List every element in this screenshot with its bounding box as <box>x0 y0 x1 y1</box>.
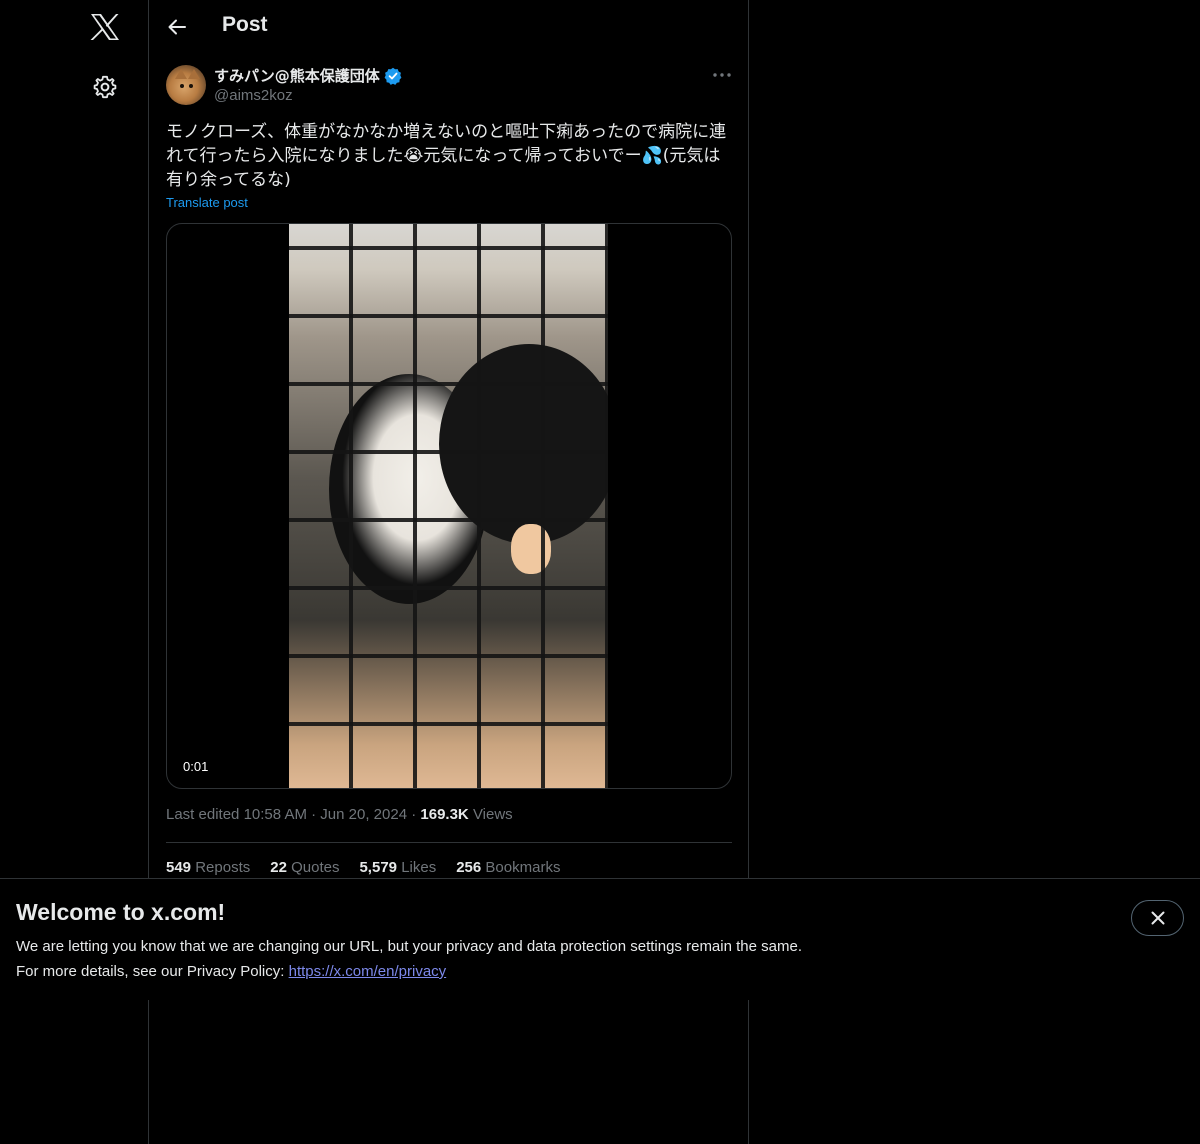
banner-privacy-line: For more details, see our Privacy Policy… <box>16 963 446 980</box>
post-text: モノクローズ、体重がなかなか増えないのと嘔吐下痢あったので病院に連れて行ったら入… <box>166 122 727 190</box>
stat-reposts[interactable]: 549 Reposts <box>166 859 250 876</box>
views-count: 169.3K <box>420 806 469 823</box>
page: Post すみパン@熊本保護団体 @aims2koz モノクローズ、体重がなかな… <box>0 0 1200 1144</box>
privacy-policy-link[interactable]: https://x.com/en/privacy <box>289 963 447 980</box>
stat-label: Quotes <box>291 859 340 876</box>
post-header: Post <box>149 0 749 54</box>
views-label: Views <box>472 806 513 823</box>
translate-post-link[interactable]: Translate post <box>166 195 248 210</box>
author-row: すみパン@熊本保護団体 @aims2koz <box>166 65 732 109</box>
stat-count: 22 <box>270 859 287 876</box>
banner-message: We are letting you know that we are chan… <box>16 938 802 955</box>
page-title: Post <box>222 13 268 36</box>
stat-likes[interactable]: 5,579 Likes <box>359 859 436 876</box>
post-meta: Last edited 10:58 AM · Jun 20, 2024 · 16… <box>166 806 513 823</box>
close-icon[interactable] <box>1131 900 1184 936</box>
gear-icon[interactable] <box>91 73 119 101</box>
author-display-name[interactable]: すみパン@熊本保護団体 <box>214 65 380 86</box>
meta-separator: · <box>311 806 317 823</box>
post-date[interactable]: Jun 20, 2024 <box>320 806 407 823</box>
x-logo-icon[interactable] <box>88 10 122 44</box>
video-player[interactable]: 0:01 <box>166 223 732 789</box>
post-time[interactable]: 10:58 AM <box>244 806 307 823</box>
stat-label: Reposts <box>195 859 251 876</box>
author-handle[interactable]: @aims2koz <box>214 87 293 104</box>
more-icon[interactable] <box>712 65 732 85</box>
stat-label: Likes <box>401 859 437 876</box>
post-stats: 549 Reposts 22 Quotes 5,579 Likes 256 Bo… <box>166 859 560 876</box>
stat-count: 549 <box>166 859 192 876</box>
welcome-banner: Welcome to x.com! We are letting you kno… <box>0 878 1200 1000</box>
video-frame <box>289 224 608 788</box>
stat-count: 5,579 <box>359 859 398 876</box>
avatar[interactable] <box>166 65 206 105</box>
back-arrow-icon[interactable] <box>165 15 189 39</box>
banner-privacy-prefix: For more details, see our Privacy Policy… <box>16 963 285 980</box>
stat-quotes[interactable]: 22 Quotes <box>270 859 339 876</box>
verified-badge-icon[interactable] <box>384 67 402 85</box>
stat-count: 256 <box>456 859 482 876</box>
stat-label: Bookmarks <box>485 859 561 876</box>
video-timestamp: 0:01 <box>179 757 213 776</box>
divider <box>166 842 732 843</box>
stat-bookmarks[interactable]: 256 Bookmarks <box>456 859 560 876</box>
banner-title: Welcome to x.com! <box>16 899 226 925</box>
edited-label[interactable]: Last edited <box>166 806 239 823</box>
meta-separator: · <box>411 806 417 823</box>
author-name-row: すみパン@熊本保護団体 <box>214 65 402 86</box>
